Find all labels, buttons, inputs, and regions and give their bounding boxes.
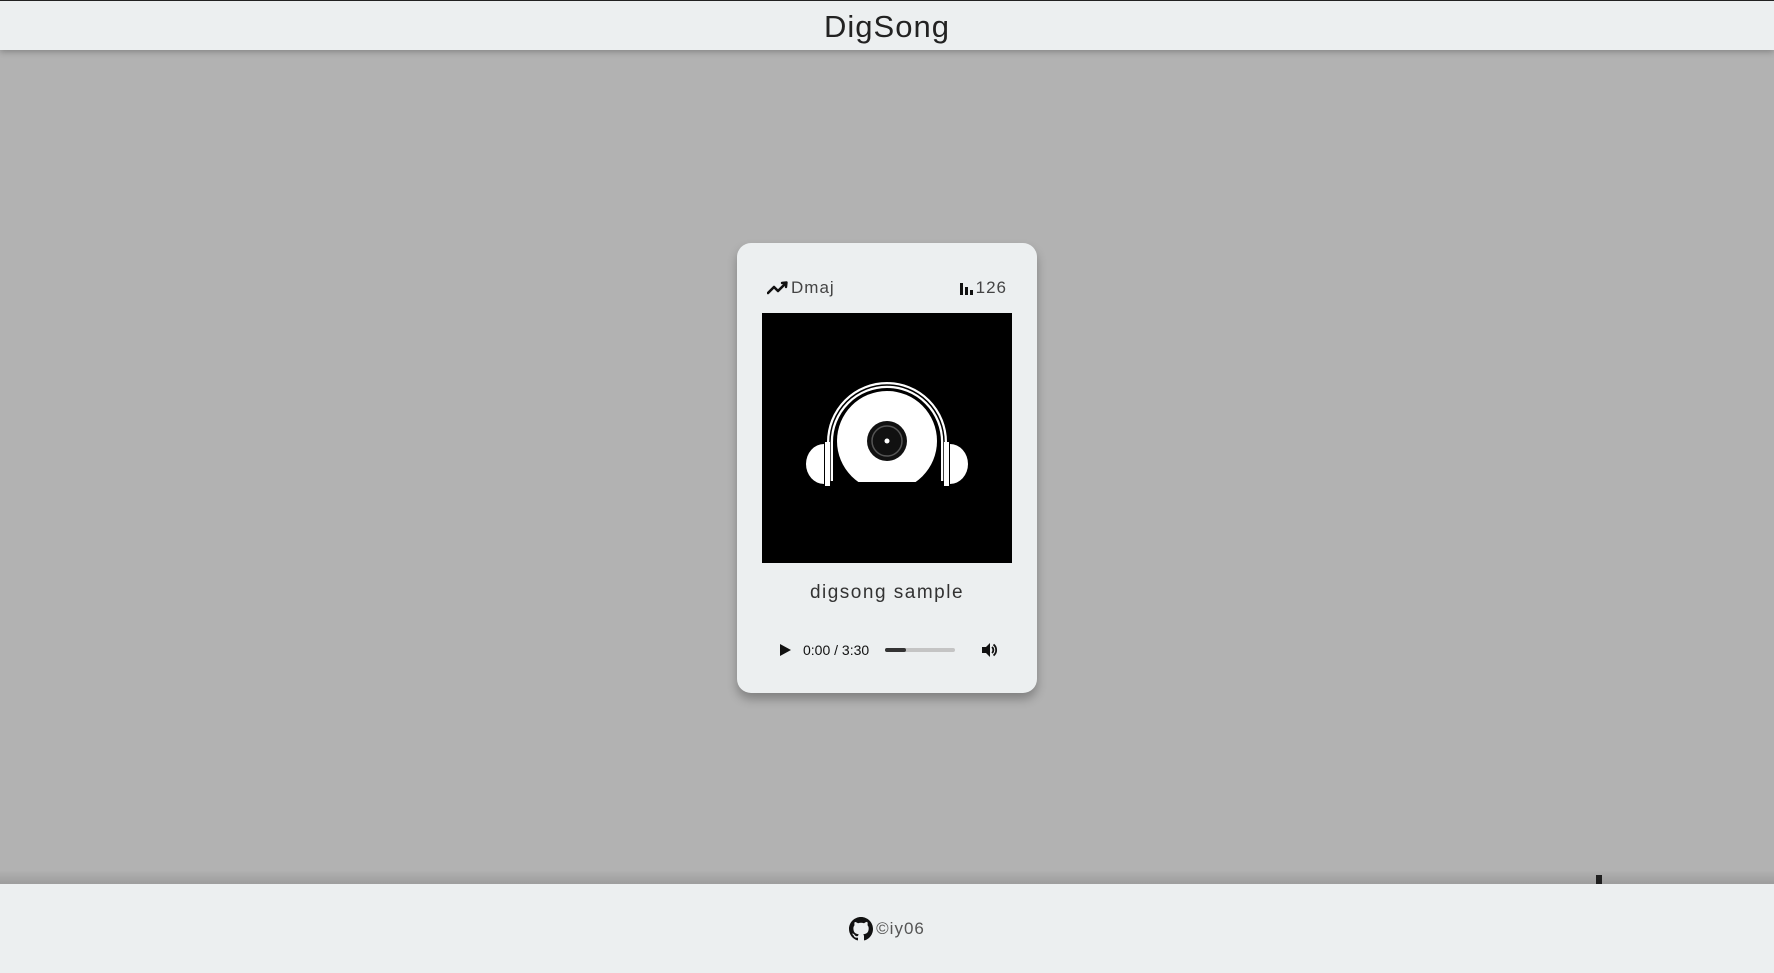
trending-up-icon: [767, 281, 788, 295]
progress-fill: [885, 648, 907, 652]
app-header: DigSong: [0, 0, 1774, 50]
app-footer: ©iy06: [0, 884, 1774, 973]
main-content: Dmaj 126 digsong sample 0:00 / 3:30: [0, 50, 1774, 923]
song-title: digsong sample: [809, 582, 965, 603]
play-button[interactable]: [771, 636, 799, 664]
album-cover: [762, 313, 1012, 563]
song-key-value: Dmaj: [791, 278, 835, 297]
progress-bar[interactable]: [885, 648, 956, 652]
volume-icon: [982, 643, 998, 657]
song-meta-row: Dmaj 126: [767, 277, 1007, 299]
play-icon: [780, 644, 791, 656]
playback-time: 0:00 / 3:30: [803, 642, 870, 658]
github-icon: [849, 916, 874, 940]
song-bpm: 126: [958, 278, 1007, 298]
github-link[interactable]: ©iy06: [849, 916, 925, 941]
headphones-vinyl-icon: [806, 382, 968, 494]
volume-button[interactable]: [977, 638, 1001, 662]
bar-chart-icon: [959, 283, 973, 295]
song-key: Dmaj: [767, 278, 835, 298]
audio-player: 0:00 / 3:30: [767, 635, 1007, 665]
song-card: Dmaj 126 digsong sample 0:00 / 3:30: [737, 243, 1037, 693]
song-bpm-value: 126: [975, 278, 1007, 297]
footer-credit: ©iy06: [876, 918, 925, 938]
app-title: DigSong: [824, 8, 950, 44]
